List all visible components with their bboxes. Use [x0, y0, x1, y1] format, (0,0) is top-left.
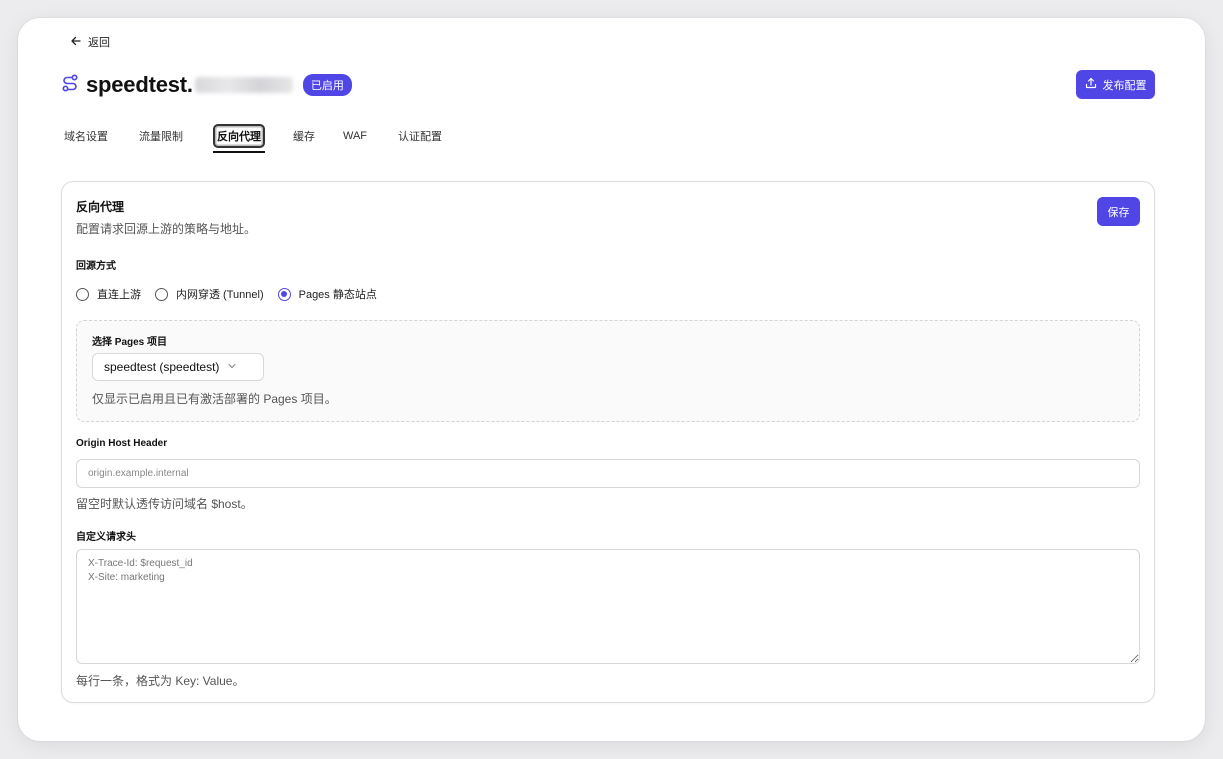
publish-config-label: 发布配置 — [1102, 79, 1147, 92]
radio-circle-selected[interactable] — [277, 287, 291, 301]
publish-config-button[interactable]: 发布配置 — [1076, 70, 1155, 99]
radio-circle[interactable] — [155, 287, 168, 301]
tab-cache[interactable]: 缓存 — [293, 125, 315, 147]
status-badge: 已启用 — [302, 74, 352, 96]
route-icon — [62, 73, 78, 97]
upload-icon — [1085, 77, 1097, 92]
radio-direct-upstream[interactable]: 直连上游 — [76, 286, 141, 302]
chevron-down-icon — [227, 360, 237, 374]
custom-headers-textarea[interactable] — [76, 549, 1140, 664]
origin-mode-label: 回源方式 — [76, 261, 116, 272]
app-window: 返回 speedtest. 已启用 发布配置 域名设置 流量限制 反向代理 缓存… — [18, 18, 1205, 741]
radio-circle[interactable] — [76, 287, 89, 301]
custom-headers-help: 每行一条，格式为 Key: Value。 — [76, 674, 245, 688]
card-subtitle: 配置请求回源上游的策略与地址。 — [76, 222, 257, 236]
arrow-left-icon — [70, 35, 82, 50]
pages-project-select[interactable]: speedtest (speedtest) — [92, 353, 264, 381]
radio-label: Pages 静态站点 — [298, 289, 377, 301]
back-link[interactable]: 返回 — [70, 34, 110, 50]
radio-label: 内网穿透 (Tunnel) — [176, 289, 264, 301]
host-header-help: 留空时默认透传访问域名 $host。 — [76, 497, 253, 511]
radio-pages-static[interactable]: Pages 静态站点 — [277, 286, 377, 302]
reverse-proxy-card: 反向代理 配置请求回源上游的策略与地址。 保存 回源方式 直连上游 内网穿透 (… — [61, 181, 1155, 703]
host-header-input[interactable] — [76, 459, 1140, 488]
pages-project-label: 选择 Pages 项目 — [92, 337, 168, 348]
origin-mode-radio-group: 直连上游 内网穿透 (Tunnel) Pages 静态站点 — [76, 286, 391, 302]
card-title: 反向代理 — [76, 200, 125, 214]
tab-waf[interactable]: WAF — [343, 127, 367, 145]
pages-project-section: 选择 Pages 项目 speedtest (speedtest) 仅显示已启用… — [76, 320, 1140, 422]
page-header: speedtest. 已启用 — [62, 72, 352, 98]
radio-tunnel[interactable]: 内网穿透 (Tunnel) — [155, 286, 264, 302]
page-title: speedtest. — [86, 72, 293, 98]
radio-label: 直连上游 — [97, 289, 141, 301]
pages-project-help: 仅显示已启用且已有激活部署的 Pages 项目。 — [92, 392, 337, 406]
tab-domain-settings[interactable]: 域名设置 — [64, 125, 108, 147]
host-header-label: Origin Host Header — [76, 438, 168, 449]
tab-reverse-proxy[interactable]: 反向代理 — [213, 124, 265, 153]
custom-headers-label: 自定义请求头 — [76, 532, 136, 543]
back-label: 返回 — [88, 37, 110, 49]
tab-rate-limit[interactable]: 流量限制 — [139, 125, 183, 147]
domain-name: speedtest. — [86, 72, 193, 97]
redacted-domain-suffix — [194, 77, 293, 93]
save-button[interactable]: 保存 — [1097, 197, 1140, 226]
tab-auth-config[interactable]: 认证配置 — [398, 125, 442, 147]
select-value: speedtest (speedtest) — [104, 360, 220, 374]
tab-bar: 域名设置 流量限制 反向代理 缓存 WAF 认证配置 — [64, 124, 442, 153]
